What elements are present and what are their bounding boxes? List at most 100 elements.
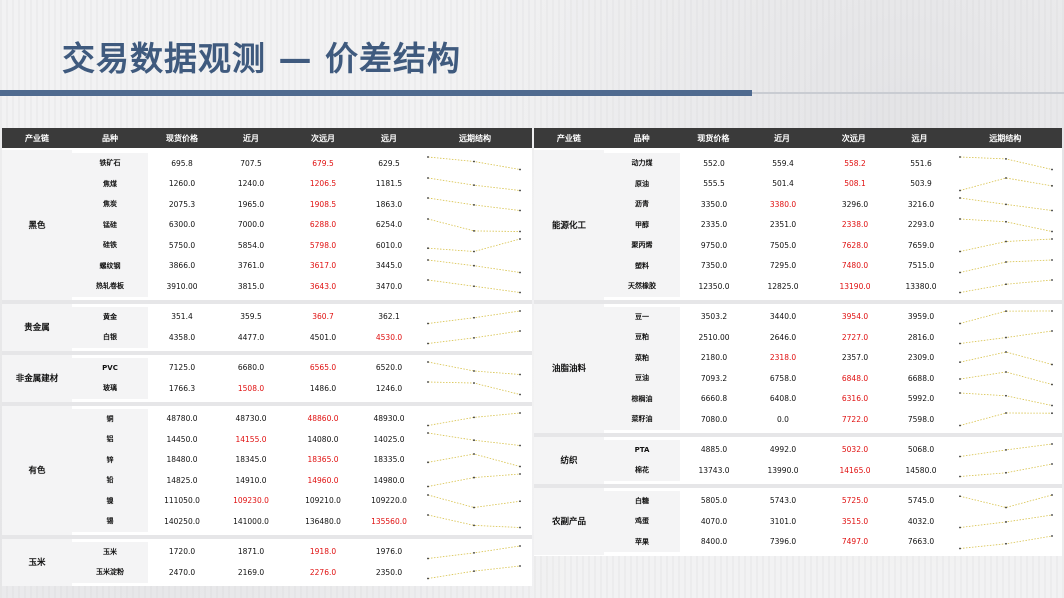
commodity-name: 塑料 [604, 255, 680, 276]
forward-structure-sparkline [427, 360, 521, 375]
sparkline-point [1005, 203, 1007, 206]
far-month: 48930.0 [373, 414, 405, 424]
sparkline-point [473, 415, 475, 418]
far-month: 551.6 [910, 158, 932, 168]
sparkline-point [427, 485, 429, 488]
commodity-name: 玻璃 [72, 378, 148, 399]
sparkline-point [519, 291, 521, 294]
next-month: 5032.0 [841, 445, 869, 455]
next-month: 558.2 [844, 158, 866, 168]
far-month: 13380.0 [905, 281, 937, 291]
sparkline-line [959, 218, 1053, 232]
sparkline-point [519, 189, 521, 191]
near-month: 2318.0 [769, 353, 797, 363]
near-month: 12825.0 [767, 281, 799, 291]
chain-name: 油脂油料 [534, 303, 604, 433]
sparkline-point [473, 524, 475, 527]
sparkline-point [427, 197, 429, 199]
sparkline-line [427, 565, 521, 579]
far-month: 14580.0 [905, 465, 937, 475]
next-month: 679.5 [312, 158, 334, 168]
spot-price: 1720.0 [168, 547, 196, 557]
spot-price: 2470.0 [168, 567, 196, 577]
commodity-name: 菜粕 [604, 347, 680, 368]
spot-price: 2075.3 [168, 199, 196, 209]
far-month: 3445.0 [375, 261, 403, 271]
sparkline-point [473, 369, 475, 372]
forward-structure-sparkline [427, 473, 521, 488]
sparkline-point [959, 475, 961, 478]
sparkline-point [427, 258, 429, 261]
next-month: 1206.5 [309, 179, 337, 189]
next-month: 2338.0 [841, 220, 869, 230]
sparkline-point [959, 291, 961, 294]
sparkline-point [959, 360, 961, 363]
near-month: 7295.0 [769, 261, 797, 271]
near-month: 6680.0 [237, 363, 265, 373]
near-month: 109230.0 [233, 496, 269, 506]
sparkline-point [427, 381, 429, 383]
commodity-name: 白银 [72, 327, 148, 348]
near-month: 501.4 [772, 179, 794, 189]
sparkline-point [1051, 534, 1053, 537]
commodity-name: 鸡蛋 [604, 511, 680, 532]
far-month: 2350.0 [375, 567, 403, 577]
next-month: 7480.0 [841, 261, 869, 271]
sparkline-point [473, 476, 475, 479]
sparkline-line [959, 177, 1053, 191]
near-month: 6758.0 [769, 373, 797, 383]
forward-structure-sparkline [427, 197, 521, 212]
next-month: 3617.0 [309, 261, 337, 271]
sparkline-point [1005, 220, 1007, 223]
page-title: 交易数据观测 — 价差结构 [62, 39, 461, 78]
sparkline-point [519, 444, 521, 447]
sparkline-point [1051, 493, 1053, 496]
next-month: 7722.0 [841, 414, 869, 424]
far-month: 4032.0 [907, 516, 935, 526]
next-month: 5798.0 [309, 240, 337, 250]
next-month: 2727.0 [841, 332, 869, 342]
near-month: 3761.0 [237, 261, 265, 271]
sparkline-point [473, 316, 475, 319]
sparkline-point [519, 499, 521, 502]
sparkline-line [427, 432, 521, 446]
sparkline-line [427, 218, 521, 232]
sparkline-point [473, 551, 475, 554]
far-month: 7663.0 [907, 537, 935, 547]
commodity-name: 玉米 [72, 541, 148, 562]
sparkline-point [473, 285, 475, 288]
commodity-name: 热轧卷板 [72, 276, 148, 297]
sparkline-point [1005, 309, 1007, 312]
far-month: 4530.0 [375, 332, 403, 342]
sparkline-point [473, 452, 475, 455]
commodity-name: 菜籽油 [604, 409, 680, 430]
sparkline-point [1005, 283, 1007, 286]
header-cell: 远期结构 [989, 133, 1022, 143]
near-month: 2169.0 [237, 567, 265, 577]
spot-price: 2510.00 [698, 332, 730, 342]
sparkline-point [427, 432, 429, 434]
sparkline-line [959, 412, 1053, 426]
near-month: 1965.0 [237, 199, 265, 209]
next-month: 3296.0 [841, 199, 869, 209]
sparkline-point [1051, 383, 1053, 386]
next-month: 5725.0 [841, 496, 869, 506]
forward-structure-sparkline [959, 197, 1053, 212]
header-cell: 远期结构 [459, 133, 491, 143]
near-month: 3380.0 [769, 199, 797, 209]
forward-structure-sparkline [959, 514, 1053, 529]
next-month: 1486.0 [309, 383, 337, 393]
sparkline-point [1051, 258, 1053, 261]
forward-structure-sparkline [959, 391, 1053, 406]
header-cell: 产业链 [25, 133, 49, 143]
sparkline-line [427, 412, 521, 426]
commodity-name: 锰硅 [72, 214, 148, 235]
sparkline-point [427, 514, 429, 516]
far-month: 362.1 [378, 312, 400, 322]
forward-structure-sparkline [427, 452, 521, 467]
spot-price: 5750.0 [168, 240, 196, 250]
sparkline-point [519, 526, 521, 529]
next-month: 6288.0 [309, 220, 337, 230]
forward-structure-sparkline [959, 350, 1053, 365]
near-month: 4992.0 [769, 445, 797, 455]
